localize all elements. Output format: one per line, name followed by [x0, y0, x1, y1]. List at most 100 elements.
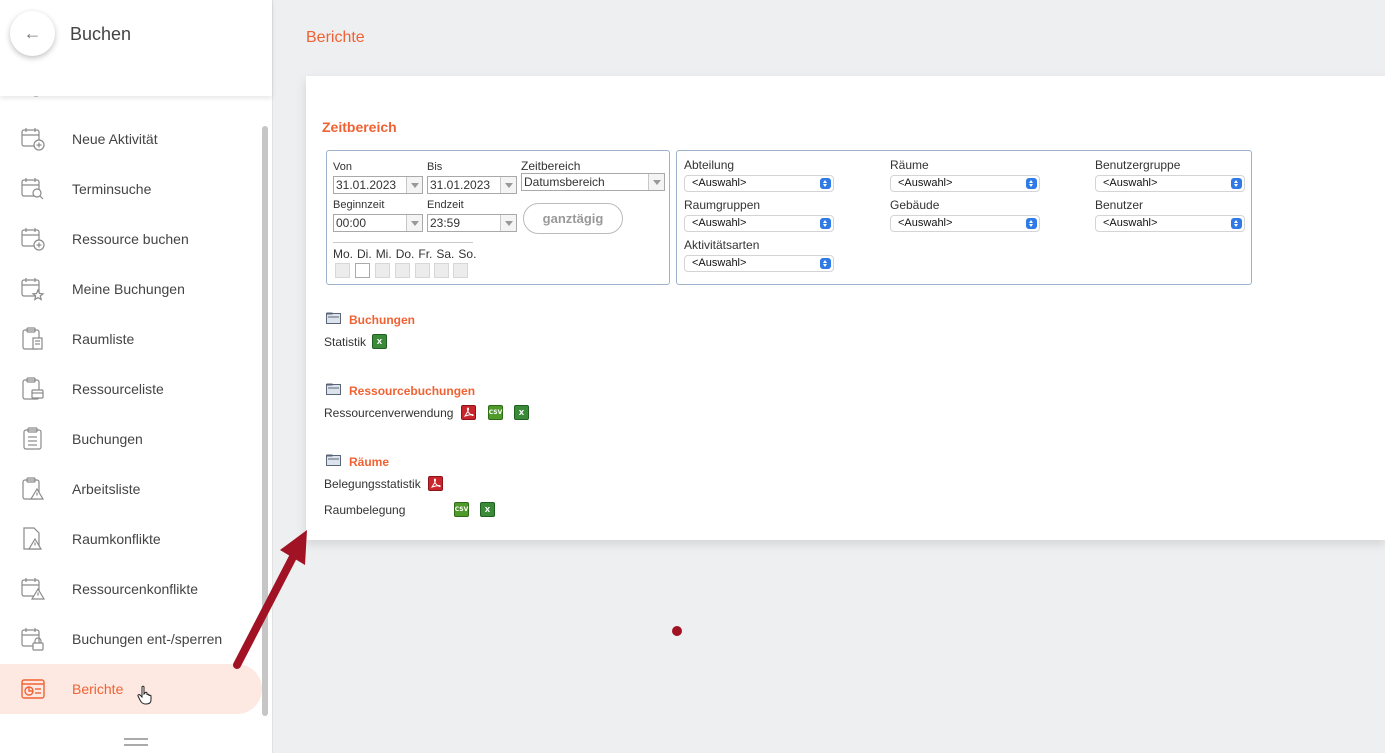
day-label: Do.: [395, 247, 415, 261]
benutzergruppe-label: Benutzergruppe: [1095, 158, 1181, 172]
sidebar-item-label: Ressource buchen: [72, 231, 189, 247]
report-group-raeume: Räume: [349, 455, 390, 469]
benutzer-select[interactable]: <Auswahl>: [1095, 215, 1245, 232]
zeitbereich-label: Zeitbereich: [521, 159, 581, 173]
chevron-down-icon[interactable]: [406, 215, 422, 231]
select-value: <Auswahl>: [692, 217, 747, 229]
von-date-value: 31.01.2023: [336, 178, 397, 192]
beginnzeit-field[interactable]: 00:00: [333, 214, 423, 232]
sidebar-item-arbeitsliste[interactable]: Arbeitsliste: [0, 464, 262, 514]
sidebar-item-raumkonflikte[interactable]: Raumkonflikte: [0, 514, 262, 564]
select-value: <Auswahl>: [692, 257, 747, 269]
beginnzeit-value: 00:00: [336, 216, 367, 230]
endzeit-field[interactable]: 23:59: [427, 214, 517, 232]
report-raumbelegung-label: Raumbelegung: [324, 503, 406, 517]
divider: [333, 242, 473, 243]
day-label: Fr.: [418, 247, 433, 261]
section-title: Zeitbereich: [322, 119, 397, 135]
stepper-icon: [820, 218, 831, 229]
chevron-down-icon[interactable]: [648, 174, 664, 190]
pdf-icon[interactable]: [428, 476, 443, 491]
stepper-icon: [820, 258, 831, 269]
back-button[interactable]: ←: [10, 11, 55, 56]
csv-icon[interactable]: CSV: [488, 405, 503, 420]
sidebar-item-ressourcenkonflikte[interactable]: Ressourcenkonflikte: [0, 564, 262, 614]
drag-handle-icon[interactable]: [124, 738, 148, 748]
day-checkbox-mo[interactable]: [335, 263, 350, 278]
excel-icon[interactable]: X: [480, 502, 495, 517]
hand-cursor-icon: [137, 685, 153, 705]
clipboard-warning-icon: [20, 476, 46, 502]
report-group-ressourcebuchungen: Ressourcebuchungen: [349, 384, 476, 398]
sidebar-item-raumliste[interactable]: Raumliste: [0, 314, 262, 364]
zeitbereich-select[interactable]: Datumsbereich: [521, 173, 665, 191]
beginnzeit-label: Beginnzeit: [333, 199, 385, 211]
stepper-icon: [1026, 178, 1037, 189]
von-label: Von: [333, 161, 352, 173]
csv-icon[interactable]: CSV: [454, 502, 469, 517]
benutzer-label: Benutzer: [1095, 198, 1144, 212]
raumgruppen-label: Raumgruppen: [684, 198, 761, 212]
benutzergruppe-select[interactable]: <Auswahl>: [1095, 175, 1245, 192]
abteilung-select[interactable]: <Auswahl>: [684, 175, 834, 192]
day-checkbox-so[interactable]: [453, 263, 468, 278]
aktivitaetsarten-label: Aktivitätsarten: [684, 238, 760, 252]
sidebar-item-label: Neue Aktivität: [72, 131, 158, 147]
aktivitaetsarten-select[interactable]: <Auswahl>: [684, 255, 834, 272]
chevron-down-icon[interactable]: [500, 215, 516, 231]
annotation-arrow-icon: [233, 530, 307, 669]
day-label: Mi.: [375, 247, 392, 261]
sidebar-item-label: Buchungen ent-/sperren: [72, 631, 223, 647]
chevron-down-icon[interactable]: [406, 177, 422, 193]
stepper-icon: [1026, 218, 1037, 229]
bis-date-field[interactable]: 31.01.2023: [427, 176, 517, 194]
ganztaegig-button[interactable]: ganztägig: [523, 203, 623, 234]
report-group-buchungen: Buchungen: [349, 313, 415, 327]
day-checkbox-mi[interactable]: [375, 263, 390, 278]
sidebar-item-neue-aktivitaet[interactable]: Neue Aktivität: [0, 114, 262, 164]
sidebar-item-label: Ressourceliste: [72, 381, 164, 397]
select-value: <Auswahl>: [1103, 177, 1158, 189]
sidebar-item-ressource-buchen[interactable]: Ressource buchen: [0, 214, 262, 264]
sidebar-item-terminsuche[interactable]: Terminsuche: [0, 164, 262, 214]
annotation-dot: [672, 626, 682, 636]
sidebar-item-buchungen-ent-sperren[interactable]: Buchungen ent-/sperren: [0, 614, 262, 664]
day-checkbox-fr[interactable]: [415, 263, 430, 278]
select-value: <Auswahl>: [1103, 217, 1158, 229]
sidebar-item-buchungen[interactable]: Buchungen: [0, 414, 262, 464]
excel-icon[interactable]: X: [372, 334, 387, 349]
stepper-icon: [1231, 178, 1242, 189]
endzeit-value: 23:59: [430, 216, 461, 230]
raeume-select[interactable]: <Auswahl>: [890, 175, 1040, 192]
gebaeude-select[interactable]: <Auswahl>: [890, 215, 1040, 232]
folder-icon: [326, 453, 341, 466]
day-checkbox-di[interactable]: [355, 263, 370, 278]
day-label: Mo.: [333, 247, 354, 261]
report-card: Zeitbereich Von 31.01.2023 Bis 31.01.202…: [306, 76, 1385, 540]
sidebar-item-label: Berichte: [72, 681, 124, 697]
sidebar-item-ressourceliste[interactable]: Ressourceliste: [0, 364, 262, 414]
sidebar-header: ← Buchen: [0, 0, 272, 96]
weekday-labels: Mo. Di. Mi. Do. Fr. Sa. So.: [333, 247, 476, 261]
report-ressourcenverwendung-label: Ressourcenverwendung: [324, 406, 454, 420]
clipboard-box-icon: [20, 376, 46, 402]
von-date-field[interactable]: 31.01.2023: [333, 176, 423, 194]
day-checkbox-do[interactable]: [395, 263, 410, 278]
stepper-icon: [1231, 218, 1242, 229]
gebaeude-label: Gebäude: [890, 198, 940, 212]
sidebar-item-meine-buchungen[interactable]: Meine Buchungen: [0, 264, 262, 314]
folder-icon: [326, 311, 341, 324]
stepper-icon: [820, 178, 831, 189]
bis-date-value: 31.01.2023: [430, 178, 491, 192]
sidebar-item-berichte[interactable]: Berichte: [0, 664, 262, 714]
select-value: <Auswahl>: [898, 217, 953, 229]
excel-icon[interactable]: X: [514, 405, 529, 420]
sidebar-item-label: Raumkonflikte: [72, 531, 161, 547]
day-checkbox-sa[interactable]: [434, 263, 449, 278]
pdf-icon[interactable]: [461, 405, 476, 420]
calendar-plus-icon: [20, 126, 46, 152]
chevron-down-icon[interactable]: [500, 177, 516, 193]
raumgruppen-select[interactable]: <Auswahl>: [684, 215, 834, 232]
day-label: Sa.: [436, 247, 455, 261]
sidebar-item-label: Arbeitsliste: [72, 481, 141, 497]
